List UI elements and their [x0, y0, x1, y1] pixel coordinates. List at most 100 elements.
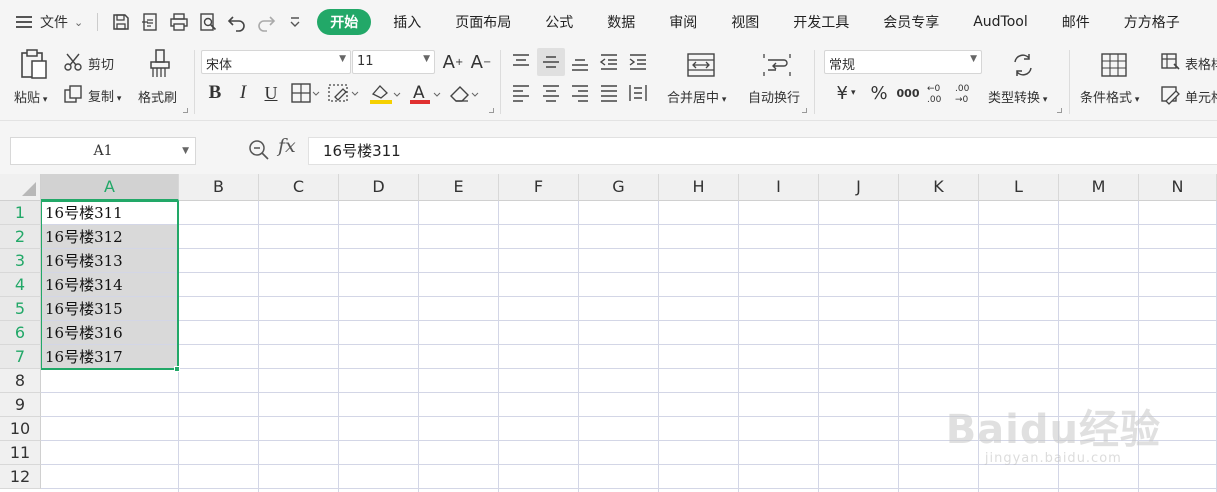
borders-icon[interactable] [290, 82, 320, 104]
column-header-a[interactable]: A [41, 174, 179, 201]
column-header-d[interactable]: D [339, 174, 419, 201]
tab-home[interactable]: 开始 [317, 9, 372, 35]
copy-button[interactable]: 复制 ▾ [88, 86, 121, 105]
justify-icon[interactable] [597, 82, 621, 104]
decrease-decimal-icon[interactable]: .00 →0 [953, 81, 977, 105]
font-name-select[interactable]: 宋体 ▼ [201, 50, 351, 74]
conditional-format-button[interactable]: 条件格式 ▾ [1080, 87, 1139, 106]
row-header[interactable]: 10 [0, 417, 41, 441]
align-left-icon[interactable] [509, 82, 533, 104]
table-style-icon[interactable] [1160, 51, 1182, 73]
cell-style-icon[interactable] [1160, 84, 1182, 106]
row-header[interactable]: 1 [0, 201, 41, 225]
fill-pattern-icon[interactable] [327, 82, 359, 104]
align-middle-icon[interactable] [539, 51, 563, 73]
column-header-g[interactable]: G [579, 174, 659, 201]
increase-indent-icon[interactable] [626, 51, 650, 73]
zoom-icon[interactable] [248, 139, 270, 161]
tab-formulas[interactable]: 公式 [533, 9, 585, 35]
distributed-align-icon[interactable] [626, 82, 650, 104]
name-box[interactable]: A1 ▼ [10, 137, 196, 165]
tab-page-layout[interactable]: 页面布局 [443, 9, 523, 35]
column-header-j[interactable]: J [819, 174, 899, 201]
row-header[interactable]: 5 [0, 297, 41, 321]
cell-style-button[interactable]: 单元格 [1185, 87, 1217, 106]
tab-insert[interactable]: 插入 [381, 9, 433, 35]
merge-center-button[interactable]: 合并居中 ▾ [667, 87, 726, 106]
customize-quick-access-icon[interactable] [283, 10, 307, 34]
align-bottom-icon[interactable] [568, 51, 592, 73]
align-center-icon[interactable] [539, 82, 563, 104]
decrease-indent-icon[interactable] [597, 51, 621, 73]
tab-view[interactable]: 视图 [719, 9, 771, 35]
row-header[interactable]: 4 [0, 273, 41, 297]
merge-center-icon[interactable] [685, 51, 717, 79]
align-right-icon[interactable] [568, 82, 592, 104]
scissors-icon[interactable] [63, 52, 83, 72]
column-header-l[interactable]: L [979, 174, 1059, 201]
type-convert-button[interactable]: 类型转换 ▾ [988, 87, 1047, 106]
column-header-e[interactable]: E [419, 174, 499, 201]
tab-audtool[interactable]: AudTool [961, 9, 1040, 35]
formula-input[interactable]: 16号楼311 [308, 137, 1217, 165]
row-header[interactable]: 8 [0, 369, 41, 393]
row-header[interactable]: 9 [0, 393, 41, 417]
percent-icon[interactable]: % [868, 81, 890, 105]
font-dialog-launcher[interactable] [489, 108, 494, 113]
tab-developer[interactable]: 开发工具 [781, 9, 861, 35]
column-header-k[interactable]: K [899, 174, 979, 201]
column-header-i[interactable]: I [739, 174, 819, 201]
row-header[interactable]: 12 [0, 465, 41, 489]
tab-review[interactable]: 审阅 [657, 9, 709, 35]
column-header-m[interactable]: M [1059, 174, 1139, 201]
print-icon[interactable] [167, 10, 191, 34]
row-header[interactable]: 3 [0, 249, 41, 273]
wrap-text-button[interactable]: 自动换行 [748, 87, 800, 106]
conditional-format-icon[interactable] [1099, 51, 1129, 79]
clipboard-dialog-launcher[interactable] [183, 108, 188, 113]
paste-icon[interactable] [18, 48, 50, 80]
table-style-button[interactable]: 表格样 [1185, 54, 1217, 73]
row-header[interactable]: 11 [0, 441, 41, 465]
column-header-n[interactable]: N [1139, 174, 1217, 201]
thousands-separator-icon[interactable]: 000 [896, 81, 920, 105]
row-header[interactable]: 6 [0, 321, 41, 345]
font-color-icon[interactable]: A [408, 82, 442, 106]
number-format-select[interactable]: 常规 ▼ [824, 50, 982, 74]
decrease-font-icon[interactable]: A − [469, 50, 493, 74]
cut-button[interactable]: 剪切 [88, 54, 114, 73]
tab-member[interactable]: 会员专享 [871, 9, 951, 35]
undo-icon[interactable] [225, 10, 249, 34]
redo-icon[interactable] [254, 10, 278, 34]
clear-format-icon[interactable] [448, 82, 480, 106]
fill-handle[interactable] [174, 366, 180, 372]
format-painter-icon[interactable] [146, 48, 174, 80]
export-pdf-icon[interactable] [138, 10, 162, 34]
select-all-button[interactable] [0, 174, 41, 201]
bold-icon[interactable]: B [204, 81, 226, 105]
column-header-f[interactable]: F [499, 174, 579, 201]
save-icon[interactable] [109, 10, 133, 34]
format-painter-button[interactable]: 格式刷 [138, 87, 177, 106]
align-top-icon[interactable] [509, 51, 533, 73]
type-convert-icon[interactable] [1008, 51, 1038, 79]
increase-decimal-icon[interactable]: ←0.00 [925, 81, 949, 105]
tab-data[interactable]: 数据 [595, 9, 647, 35]
column-header-h[interactable]: H [659, 174, 739, 201]
print-preview-icon[interactable] [196, 10, 220, 34]
number-dialog-launcher[interactable] [1057, 108, 1062, 113]
currency-icon[interactable]: ¥ ▾ [829, 81, 863, 105]
column-header-b[interactable]: B [179, 174, 259, 201]
font-size-select[interactable]: 11 ▼ [352, 50, 435, 74]
insert-function-icon[interactable]: fx [278, 135, 296, 157]
highlight-color-icon[interactable] [368, 82, 402, 106]
tab-mail[interactable]: 邮件 [1050, 9, 1102, 35]
tab-fangfang[interactable]: 方方格子 [1112, 9, 1192, 35]
copy-icon[interactable] [63, 84, 83, 104]
increase-font-icon[interactable]: A + [441, 50, 465, 74]
wrap-text-icon[interactable] [762, 51, 792, 79]
file-menu[interactable]: 文件 ⌄ [0, 7, 91, 37]
underline-icon[interactable]: U [260, 81, 282, 105]
italic-icon[interactable]: I [232, 81, 254, 105]
row-header[interactable]: 7 [0, 345, 41, 369]
